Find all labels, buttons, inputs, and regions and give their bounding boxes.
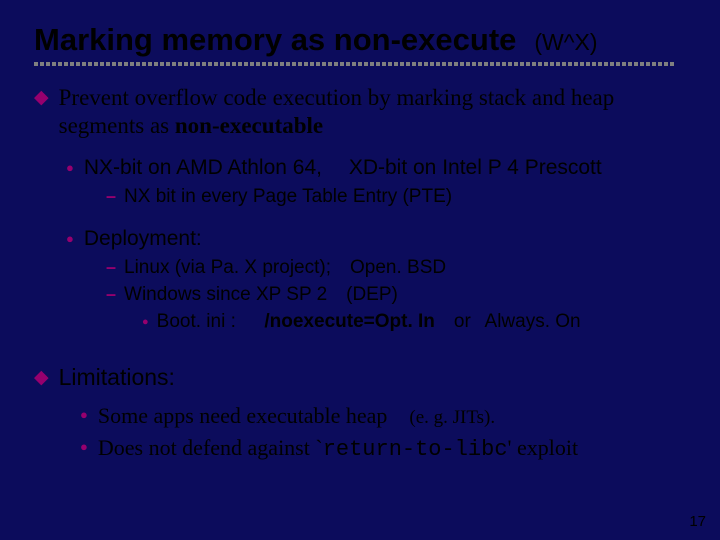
text-segment: Boot. ini : [157, 311, 265, 332]
bullet-bootini: ● Boot. ini : /noexecute=Opt. In or Alwa… [142, 310, 692, 335]
bullet-deployment: ● Deployment: [66, 226, 692, 252]
bullet-exec-heap: ● Some apps need executable heap (e. g. … [80, 402, 692, 430]
text-mono: return-to-libc [323, 437, 508, 462]
dot-bullet-icon: ● [80, 434, 88, 460]
text-bold: non-executable [175, 113, 323, 138]
text-small: (e. g. JITs). [409, 407, 495, 428]
bullet-return-to-libc: ● Does not defend against `return-to-lib… [80, 434, 692, 464]
bullet-text: Prevent overflow code execution by marki… [59, 84, 692, 139]
diamond-bullet-icon: ◆ [34, 364, 49, 392]
text-segment: Does not defend against ` [98, 435, 323, 460]
bullet-nx-bit: ● NX-bit on AMD Athlon 64, XD-bit on Int… [66, 155, 692, 181]
bullet-text: Limitations: [59, 364, 692, 392]
dash-bullet-icon: – [106, 256, 116, 279]
text-segment: ' exploit [508, 435, 579, 460]
diamond-bullet-icon: ◆ [34, 84, 49, 112]
page-number: 17 [689, 513, 706, 530]
text-bold: /noexecute=Opt. In [264, 311, 435, 332]
slide-title-annotation: (W^X) [534, 29, 597, 56]
bullet-text: Windows since XP SP 2 (DEP) [124, 283, 398, 308]
bullet-windows: – Windows since XP SP 2 (DEP) [106, 283, 692, 308]
dash-bullet-icon: – [106, 283, 116, 306]
bullet-text: NX bit in every Page Table Entry (PTE) [124, 185, 452, 210]
text-segment: Prevent overflow code execution by marki… [59, 85, 615, 138]
bullet-text: Some apps need executable heap (e. g. JI… [98, 402, 495, 430]
bullet-prevent-overflow: ◆ Prevent overflow code execution by mar… [34, 84, 692, 139]
bullet-text: Deployment: [84, 226, 202, 252]
title-underline [34, 62, 674, 66]
title-row: Marking memory as non-execute (W^X) [34, 22, 692, 58]
bullet-linux: – Linux (via Pa. X project); Open. BSD [106, 256, 692, 281]
slide-title: Marking memory as non-execute [34, 22, 516, 58]
bullet-nx-pte: – NX bit in every Page Table Entry (PTE) [106, 185, 692, 210]
dot-bullet-icon: ● [66, 226, 74, 252]
bullet-text: Boot. ini : /noexecute=Opt. In or Always… [157, 310, 581, 335]
text-segment: Some apps need executable heap [98, 403, 410, 428]
bullet-limitations: ◆ Limitations: [34, 364, 692, 392]
bullet-text: Does not defend against `return-to-libc'… [98, 434, 578, 464]
dot-bullet-icon: ● [80, 402, 88, 428]
bullet-text: NX-bit on AMD Athlon 64, XD-bit on Intel… [84, 155, 602, 181]
bullet-text: Linux (via Pa. X project); Open. BSD [124, 256, 446, 281]
dash-bullet-icon: – [106, 185, 116, 208]
text-segment: or Always. On [435, 311, 581, 332]
dot-bullet-icon: ● [142, 310, 149, 334]
slide: Marking memory as non-execute (W^X) ◆ Pr… [0, 0, 720, 540]
dot-bullet-icon: ● [66, 155, 74, 181]
